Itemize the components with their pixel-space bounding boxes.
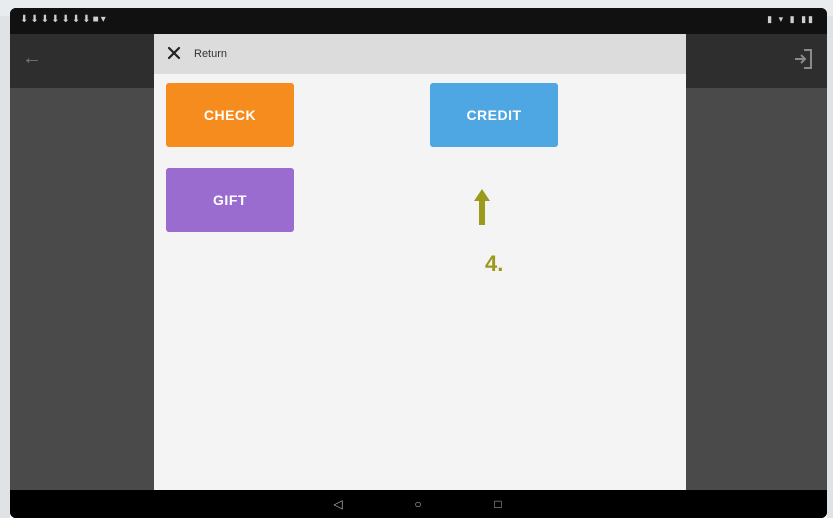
credit-button[interactable]: CREDIT: [430, 83, 558, 147]
annotation-arrow-icon: [474, 189, 490, 225]
status-bar: ⬇⬇⬇⬇⬇⬇⬇■▾ ▮ ▾ ▮ ▮▮: [10, 8, 827, 34]
nav-back-icon[interactable]: ◁: [330, 496, 346, 512]
tablet-screen: ⬇⬇⬇⬇⬇⬇⬇■▾ ▮ ▾ ▮ ▮▮ ← Return CHECK CREDIT…: [10, 8, 827, 518]
dialog-header: Return: [154, 34, 686, 74]
outer-window-left: [0, 16, 10, 518]
gift-button[interactable]: GIFT: [166, 168, 294, 232]
outer-window-right: [827, 16, 833, 518]
logout-icon[interactable]: [793, 48, 813, 70]
notification-icons: ⬇⬇⬇⬇⬇⬇⬇■▾: [20, 14, 108, 25]
return-dialog: Return CHECK CREDIT GIFT: [154, 34, 686, 490]
close-icon[interactable]: [167, 46, 181, 60]
check-button[interactable]: CHECK: [166, 83, 294, 147]
android-nav-bar: ◁ ○ □: [10, 490, 827, 518]
dialog-title: Return: [194, 48, 228, 60]
system-status-icons: ▮ ▾ ▮ ▮▮: [767, 14, 815, 24]
nav-home-icon[interactable]: ○: [410, 496, 426, 512]
nav-recents-icon[interactable]: □: [490, 496, 506, 512]
annotation-step-label: 4.: [485, 251, 504, 276]
back-arrow-icon[interactable]: ←: [22, 48, 42, 68]
